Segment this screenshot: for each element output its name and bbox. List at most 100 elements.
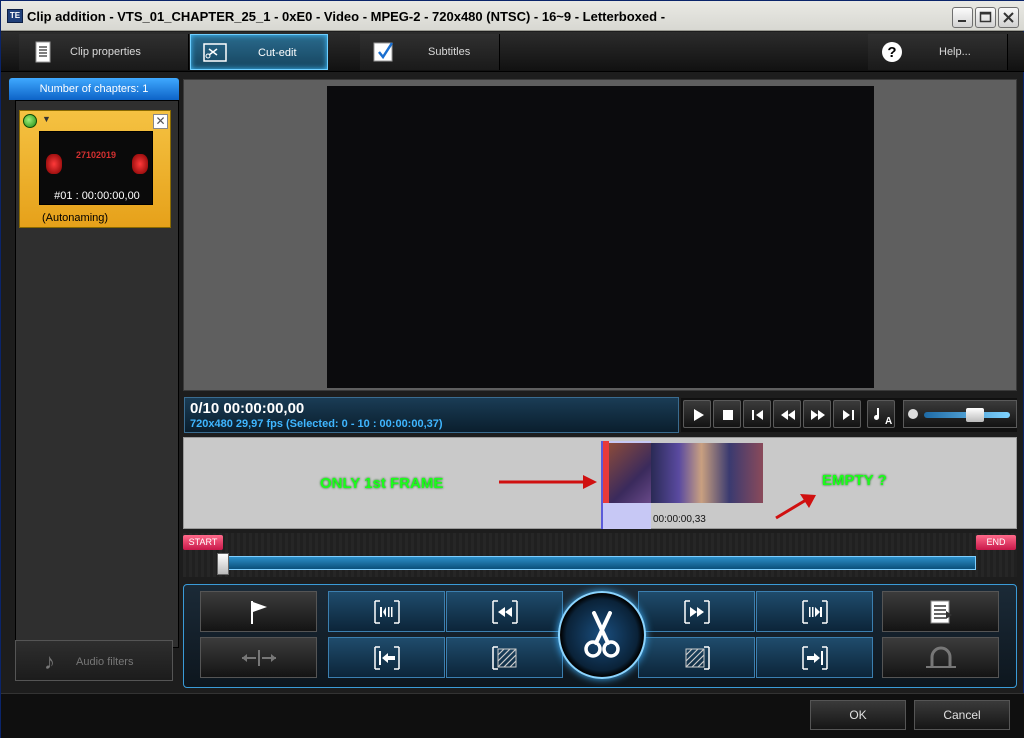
trim-start-button[interactable] <box>446 637 563 678</box>
video-details: 720x480 29,97 fps (Selected: 0 - 10 : 00… <box>190 418 443 430</box>
timeline-frame-thumbnail[interactable] <box>609 443 653 503</box>
maximize-button[interactable] <box>975 7 996 28</box>
music-note-icon: ♪ <box>44 649 55 674</box>
cut-list-button[interactable] <box>882 591 999 632</box>
frame-time-readout: 0/10 00:00:00,00 <box>190 400 305 417</box>
chapters-count-header: Number of chapters: 1 <box>9 78 179 100</box>
annotation-empty: EMPTY ? <box>822 472 887 489</box>
dialog-footer: OK Cancel <box>1 693 1024 738</box>
rewind-icon <box>781 410 795 420</box>
thumbnail-decoration <box>132 154 148 174</box>
speaker-icon <box>908 409 918 419</box>
go-to-end-button[interactable] <box>756 591 873 632</box>
svg-text:A: A <box>885 416 892 425</box>
frame-timeline[interactable]: 00:00:00,33 ONLY 1st FRAME EMPTY ? <box>183 437 1017 529</box>
thumbnail-decoration <box>46 154 62 174</box>
chapter-timecode: #01 : 00:00:00,00 <box>54 190 140 202</box>
volume-slider[interactable] <box>903 400 1017 428</box>
stop-icon <box>723 410 733 420</box>
audio-track-button[interactable]: A <box>867 400 895 428</box>
trim-end-button[interactable] <box>638 637 755 678</box>
audio-track-icon: A <box>874 408 892 425</box>
tab-label: Subtitles <box>428 46 471 58</box>
range-start-handle[interactable] <box>217 553 229 575</box>
range-selector: START END <box>183 533 1017 577</box>
previous-cut-icon <box>491 599 518 624</box>
undo-icon <box>925 646 956 668</box>
cut-button[interactable] <box>558 591 646 679</box>
next-frame-icon <box>843 410 854 420</box>
title-bar: TE Clip addition - VTS_01_CHAPTER_25_1 -… <box>1 1 1024 31</box>
stop-button[interactable] <box>713 400 741 428</box>
subtitles-icon <box>373 42 394 62</box>
maximize-icon <box>979 11 992 23</box>
status-display: 0/10 00:00:00,00 720x480 29,97 fps (Sele… <box>184 397 679 433</box>
set-start-icon <box>373 645 400 670</box>
tab-help[interactable]: ? Help... <box>868 34 1008 70</box>
annotation-arrow-icon <box>775 494 816 520</box>
tab-subtitles[interactable]: Subtitles <box>360 34 500 70</box>
ok-button[interactable]: OK <box>810 700 906 730</box>
list-edit-icon <box>930 600 952 623</box>
dropdown-arrow-icon[interactable]: ▼ <box>42 114 51 124</box>
top-toolbar: Clip properties Cut-edit Subtitles ? Hel… <box>1 32 1024 72</box>
chapters-panel: Number of chapters: 1 ▼ ✕ 27102019 #01 :… <box>9 78 181 686</box>
start-marker-label: START <box>183 535 223 550</box>
transport-controls: A <box>681 398 1017 432</box>
next-frame-button[interactable] <box>833 400 861 428</box>
tab-clip-properties[interactable]: Clip properties <box>19 34 189 70</box>
thumbnail-text: 27102019 <box>76 150 117 160</box>
split-icon <box>241 649 276 666</box>
clip-addition-window: TE Clip addition - VTS_01_CHAPTER_25_1 -… <box>0 0 1024 738</box>
close-icon <box>1003 12 1014 23</box>
rewind-button[interactable] <box>773 400 801 428</box>
volume-knob[interactable] <box>966 408 984 422</box>
playhead-marker[interactable] <box>603 441 609 503</box>
remove-chapter-button[interactable]: ✕ <box>153 114 168 129</box>
minimize-button[interactable] <box>952 7 973 28</box>
cancel-button[interactable]: Cancel <box>914 700 1010 730</box>
go-to-start-icon <box>373 599 400 624</box>
tab-label: Cut-edit <box>258 47 297 59</box>
fast-forward-icon <box>811 410 825 420</box>
timeline-timecode: 00:00:00,33 <box>653 514 706 525</box>
close-button[interactable] <box>998 7 1019 28</box>
status-green-icon[interactable] <box>23 114 37 128</box>
prev-frame-icon <box>752 410 763 420</box>
trim-end-icon <box>685 645 710 670</box>
cut-edit-panel <box>183 584 1017 688</box>
timeline-frame-thumbnail[interactable] <box>651 443 763 503</box>
document-icon <box>35 41 51 63</box>
app-icon: TE <box>7 9 23 23</box>
cut-edit-icon <box>203 43 227 62</box>
svg-text:?: ? <box>887 44 896 61</box>
set-start-button[interactable] <box>328 637 445 678</box>
undo-button[interactable] <box>882 637 999 678</box>
minimize-icon <box>958 20 966 22</box>
annotation-only-first-frame: ONLY 1st FRAME <box>320 475 444 492</box>
tab-label: Help... <box>939 46 971 58</box>
next-cut-icon <box>683 599 710 624</box>
add-chapter-button[interactable] <box>200 591 317 632</box>
flag-icon <box>250 600 267 624</box>
audio-filters-button[interactable]: ♪ Audio filters <box>15 640 173 681</box>
set-end-icon <box>801 645 828 670</box>
play-button[interactable] <box>683 400 711 428</box>
previous-cut-button[interactable] <box>446 591 563 632</box>
window-title: Clip addition - VTS_01_CHAPTER_25_1 - 0x… <box>27 9 666 24</box>
video-screen <box>327 86 874 388</box>
fast-forward-button[interactable] <box>803 400 831 428</box>
annotation-arrow-icon <box>499 475 597 489</box>
set-end-button[interactable] <box>756 637 873 678</box>
tab-cut-edit[interactable]: Cut-edit <box>190 34 328 70</box>
go-to-start-button[interactable] <box>328 591 445 632</box>
prev-frame-button[interactable] <box>743 400 771 428</box>
range-track[interactable] <box>223 556 976 570</box>
play-icon <box>694 409 704 421</box>
chapter-list: ▼ ✕ 27102019 #01 : 00:00:00,00 (Autonami… <box>15 100 179 648</box>
chapter-card[interactable]: ▼ ✕ 27102019 #01 : 00:00:00,00 (Autonami… <box>19 110 171 228</box>
audio-filters-label: Audio filters <box>76 656 134 668</box>
next-cut-button[interactable] <box>638 591 755 632</box>
video-preview-frame <box>183 79 1017 391</box>
split-button[interactable] <box>200 637 317 678</box>
